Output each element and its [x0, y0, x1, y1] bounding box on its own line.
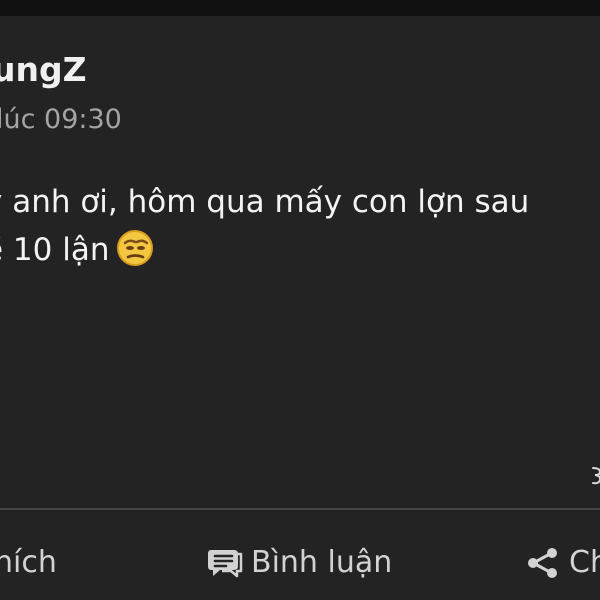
comment-icon: [207, 545, 243, 581]
post-text-line: y anh ơi, hôm qua mấy con lợn sau: [0, 184, 530, 220]
post-text-line-with-emoji: ề 10 lận: [0, 226, 600, 274]
post-author-name[interactable]: ungZ: [0, 50, 87, 90]
cropped-edge-mark: [591, 464, 600, 492]
post-card: ungZ lúc 09:30 y anh ơi, hôm qua mấy con…: [0, 16, 600, 600]
share-button[interactable]: Ch: [525, 510, 600, 600]
unamused-face-icon: [115, 228, 155, 268]
comment-button[interactable]: Bình luận: [207, 510, 392, 600]
share-icon: [525, 545, 561, 581]
post-text: ề 10 lận: [0, 232, 110, 268]
share-button-label: Ch: [569, 545, 600, 580]
like-button[interactable]: hích: [0, 510, 57, 600]
post-content: y anh ơi, hôm qua mấy con lợn sau ề 10 l…: [0, 178, 600, 274]
like-button-label: hích: [0, 545, 57, 580]
post-timestamp: lúc 09:30: [0, 104, 122, 135]
status-bar-strip: [0, 0, 600, 16]
post-actions: hích Bình luận Ch: [0, 510, 600, 600]
comment-button-label: Bình luận: [251, 545, 393, 580]
